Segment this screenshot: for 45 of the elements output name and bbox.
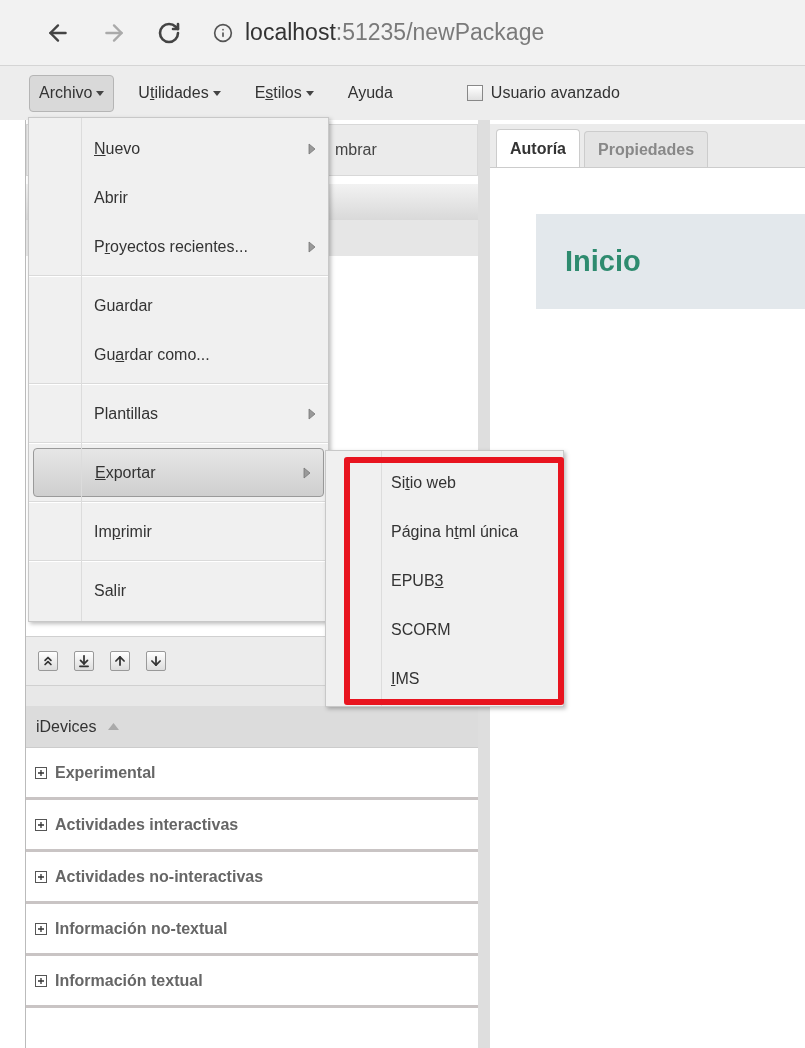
advanced-user-checkbox[interactable]: Usuario avanzado — [466, 81, 620, 105]
expand-icon — [35, 766, 47, 779]
menu-item[interactable]: Proyectos recientes... — [29, 222, 328, 271]
move-up-icon[interactable] — [110, 651, 130, 671]
address-bar[interactable]: localhost:51235/newPackage — [213, 15, 545, 50]
menu-button[interactable]: Utilidades — [128, 74, 231, 112]
menu-item[interactable]: Abrir — [29, 173, 328, 222]
idevices-title: iDevices — [36, 716, 97, 737]
menu-item[interactable]: SCORM — [384, 612, 554, 648]
menu-item[interactable]: Salir — [29, 566, 328, 615]
submenu-arrow-icon — [308, 407, 316, 420]
menu-button[interactable]: Estilos — [244, 74, 324, 112]
info-icon[interactable] — [213, 22, 233, 43]
expand-icon — [35, 818, 47, 831]
submenu-arrow-icon — [303, 466, 311, 479]
idevices-header[interactable]: iDevices — [26, 706, 478, 748]
tab[interactable]: Autoría — [496, 129, 580, 167]
expand-icon — [35, 974, 47, 987]
menu-button[interactable]: Ayuda — [337, 74, 403, 112]
move-top-icon[interactable] — [38, 651, 58, 671]
menu-item[interactable]: Nuevo — [29, 124, 328, 173]
menu-item[interactable]: Imprimir — [29, 507, 328, 556]
expand-icon — [35, 922, 47, 935]
move-bottom-icon[interactable] — [74, 651, 94, 671]
submenu-arrow-icon — [308, 142, 316, 155]
menu-button[interactable]: Archivo — [29, 74, 115, 112]
caret-icon — [305, 90, 314, 96]
page-title: Inicio — [565, 243, 641, 279]
url-text: localhost:51235/newPackage — [245, 18, 545, 48]
menu-item[interactable]: Sitio web — [384, 465, 554, 501]
move-down-icon[interactable] — [146, 651, 166, 671]
menu-item[interactable]: Guardar — [29, 281, 328, 330]
collapse-arrow-icon — [108, 723, 120, 730]
menu-item[interactable]: IMS — [384, 661, 554, 697]
caret-icon — [96, 90, 105, 96]
rename-button[interactable]: mbrar — [335, 138, 377, 162]
menu-item[interactable]: EPUB3 — [384, 563, 554, 599]
menu-item[interactable]: Plantillas — [29, 389, 328, 438]
caret-icon — [212, 90, 221, 96]
reload-icon[interactable] — [157, 20, 181, 45]
menu-item[interactable]: Exportar — [33, 448, 324, 497]
expand-icon — [35, 870, 47, 883]
submenu-arrow-icon — [308, 240, 316, 253]
menu-item[interactable]: Página html única — [384, 514, 554, 550]
menu-item[interactable]: Guardar como... — [29, 330, 328, 379]
